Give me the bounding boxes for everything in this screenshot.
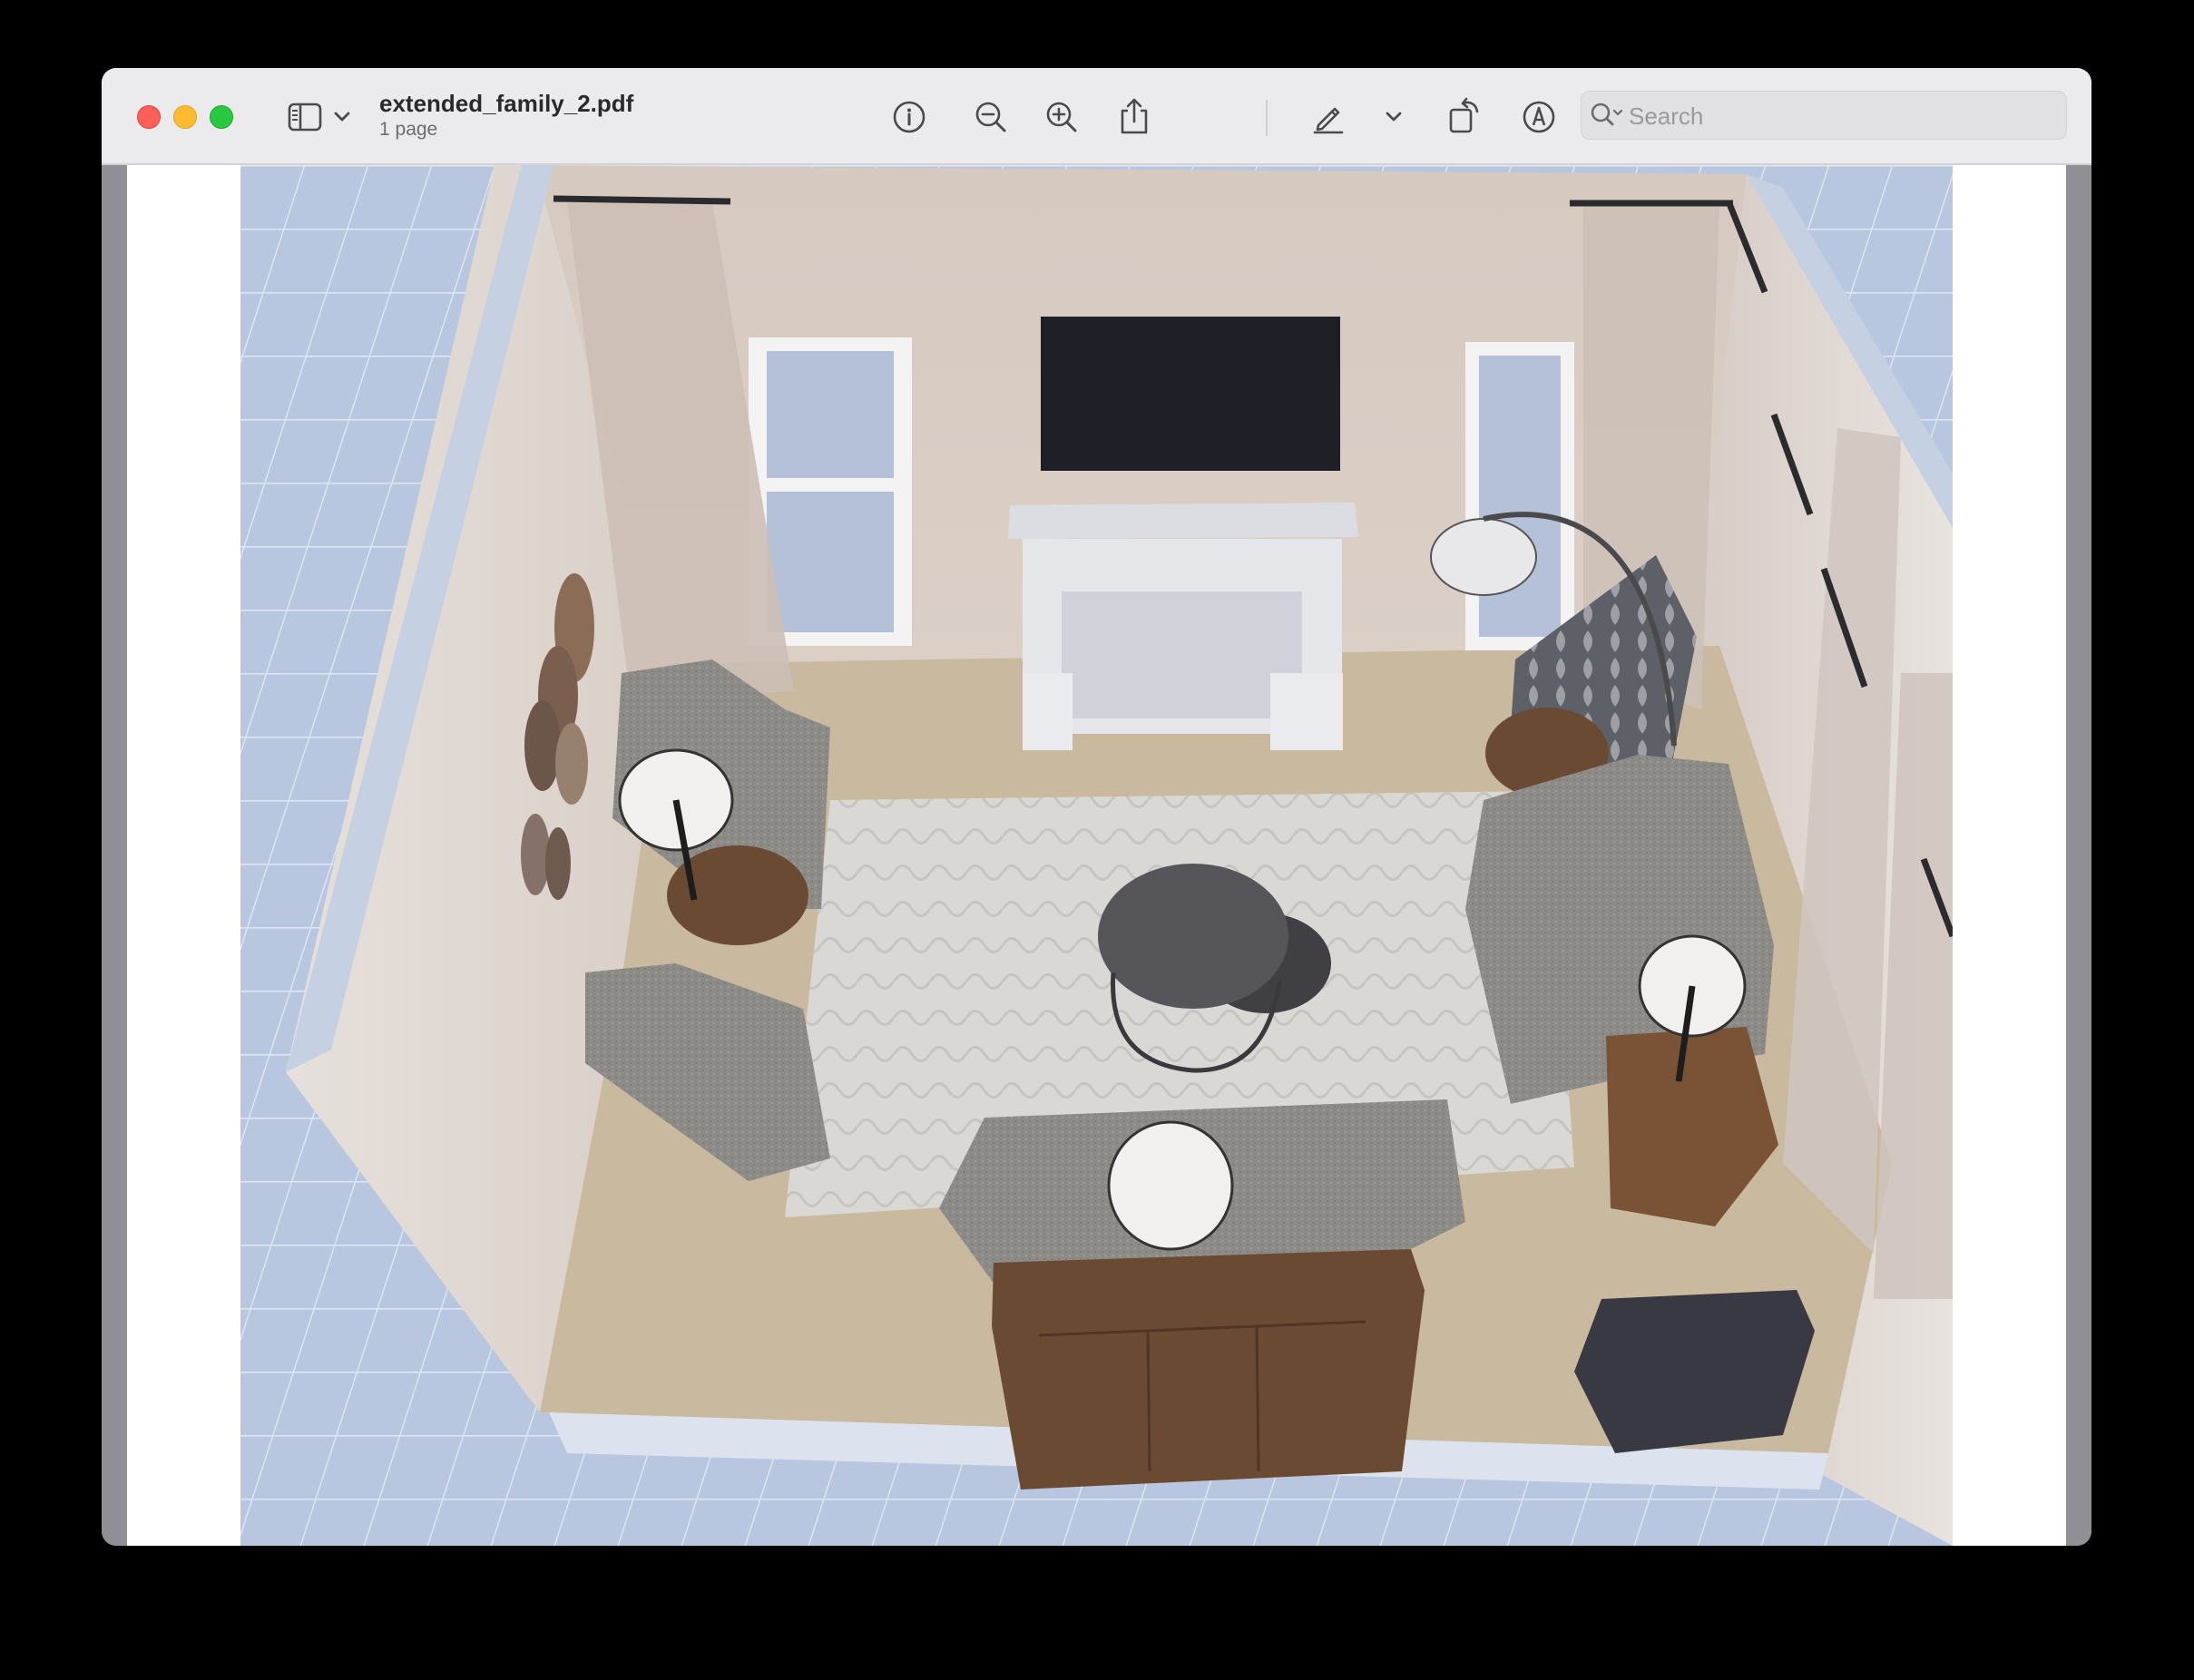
chevron-down-icon [334, 112, 350, 122]
info-button[interactable] [889, 97, 929, 137]
pdf-page [127, 165, 2066, 1546]
close-button[interactable] [137, 105, 161, 129]
markup-pen-icon [1523, 101, 1555, 133]
sidebar-toggle-button[interactable] [283, 99, 356, 135]
titlebar: extended_family_2.pdf 1 page [102, 68, 2091, 165]
share-button[interactable] [1114, 93, 1154, 139]
document-viewport[interactable] [102, 165, 2091, 1546]
pencil-icon [1313, 107, 1344, 134]
toolbar-separator [1266, 100, 1268, 136]
document-title: extended_family_2.pdf [379, 90, 634, 117]
zoom-out-button[interactable] [971, 97, 1011, 137]
markup-menu-button[interactable] [1381, 106, 1406, 128]
room-render-image [240, 165, 1953, 1546]
markup-button[interactable] [1308, 97, 1348, 137]
zoom-out-icon [975, 102, 1006, 132]
living-room-render [240, 165, 1953, 1546]
share-icon [1121, 98, 1148, 134]
page-count: 1 page [379, 119, 438, 140]
chevron-down-icon [1386, 112, 1402, 122]
scroll-area[interactable] [2066, 165, 2091, 1546]
search-input[interactable] [1627, 99, 2057, 133]
preview-window: extended_family_2.pdf 1 page [102, 68, 2091, 1546]
rotate-icon [1449, 97, 1479, 133]
zoom-in-icon [1046, 102, 1077, 132]
search-icon [1591, 103, 1623, 126]
rotate-button[interactable] [1445, 93, 1484, 137]
sidebar-icon [288, 103, 322, 132]
info-icon [893, 101, 926, 133]
minimize-button[interactable] [173, 105, 197, 129]
zoom-in-button[interactable] [1042, 97, 1082, 137]
annotate-button[interactable] [1519, 97, 1559, 137]
maximize-button[interactable] [210, 105, 233, 129]
search-field[interactable] [1581, 91, 2067, 140]
